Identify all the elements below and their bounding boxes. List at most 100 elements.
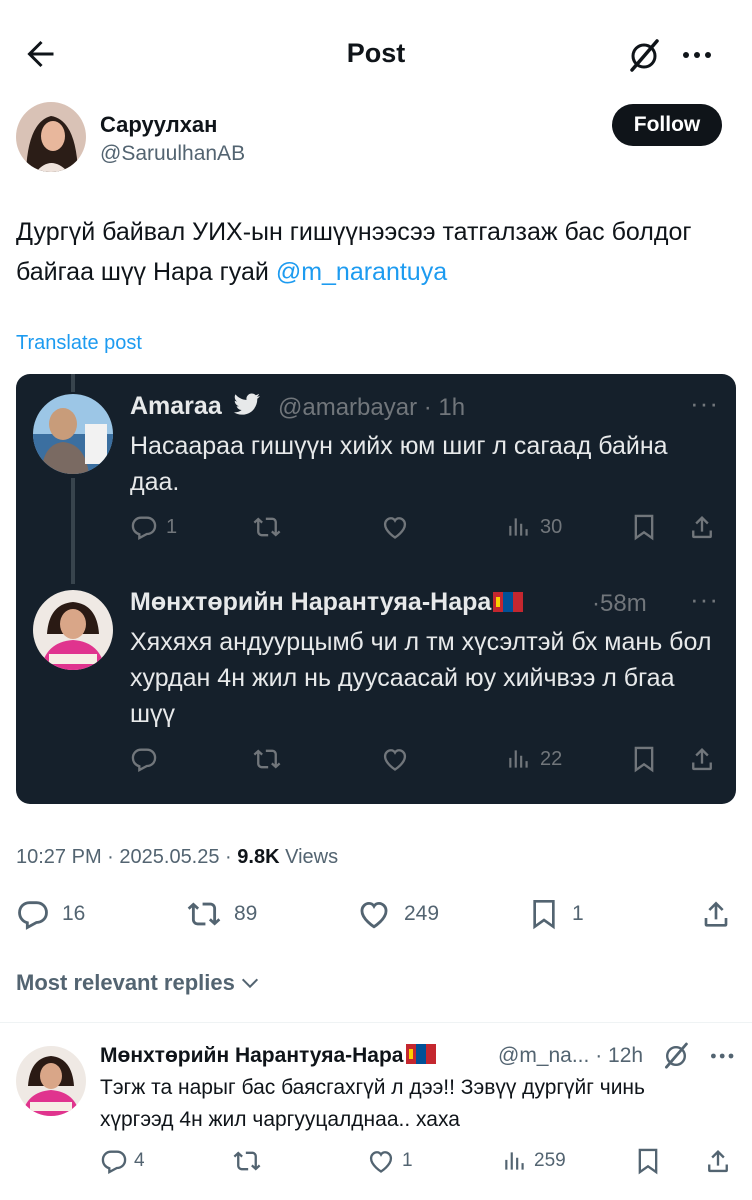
reply-action — [130, 744, 158, 774]
share-button[interactable] — [700, 896, 732, 932]
divider — [0, 1022, 752, 1023]
reply-icon — [100, 1147, 128, 1175]
tweet-author-name: Мөнхтөрийн Нарантуяа-Нара — [130, 588, 524, 617]
reply-handle: @m_na... — [498, 1044, 590, 1067]
reply-icon — [130, 513, 158, 541]
reply-meta: @m_na... · 12h — [498, 1044, 644, 1067]
repost-icon — [186, 897, 222, 931]
repost-icon — [252, 745, 282, 773]
author-handle[interactable]: @SaruulhanAB — [100, 142, 245, 166]
bookmark-icon — [630, 512, 658, 542]
repost-icon — [232, 1147, 262, 1175]
mongolian-flag-icon — [405, 1044, 436, 1064]
nara-avatar — [33, 590, 113, 670]
like-action — [380, 512, 410, 542]
amaraa-name: Amaraa — [130, 392, 222, 420]
nara-tweet-text: Хяхяхя андуурцымб чи л тм хүсэлтэй бх ма… — [130, 628, 712, 728]
reply-author-avatar[interactable] — [16, 1046, 86, 1116]
views-icon — [506, 513, 532, 541]
views-label: Views — [285, 846, 339, 868]
mention-link[interactable]: @m_narantuya — [276, 258, 447, 286]
bookmark-icon — [528, 896, 560, 932]
views-icon — [502, 1147, 528, 1175]
amaraa-avatar — [33, 394, 113, 474]
share-icon — [704, 1146, 732, 1176]
more-options-icon: ··· — [690, 388, 719, 418]
amaraa-time: 1h — [438, 394, 466, 421]
share-action — [688, 744, 716, 774]
reply-reply-button[interactable]: 4 — [100, 1146, 145, 1176]
views-icon — [506, 745, 532, 773]
bookmark-icon — [630, 744, 658, 774]
share-icon — [688, 744, 716, 774]
reply-views-button[interactable]: 259 — [502, 1146, 566, 1176]
more-options-icon[interactable] — [678, 40, 718, 70]
bookmark-count: 1 — [572, 902, 584, 925]
more-options-icon: ··· — [690, 584, 719, 614]
views-count: 9.8K — [237, 846, 280, 868]
author-avatar[interactable] — [16, 102, 86, 172]
bookmark-button[interactable]: 1 — [528, 896, 584, 932]
grok-icon[interactable] — [624, 36, 664, 76]
repost-action — [252, 744, 282, 774]
reply-icon — [130, 745, 158, 773]
repost-icon — [252, 513, 282, 541]
views-action: 22 — [506, 744, 562, 774]
post-time: 10:27 PM — [16, 846, 102, 868]
amaraa-view-count: 30 — [540, 515, 563, 538]
thread-connector — [71, 374, 75, 392]
share-action — [688, 512, 716, 542]
author-name[interactable]: Саруулхан — [100, 112, 217, 138]
like-button[interactable]: 249 — [356, 896, 439, 932]
reply-time: 12h — [608, 1044, 644, 1067]
reply-like-count: 1 — [402, 1150, 413, 1171]
reply-author-name[interactable]: Мөнхтөрийн Нарантуяа-Нара — [100, 1044, 436, 1068]
top-bar: Post — [0, 0, 752, 100]
chevron-down-icon — [239, 972, 261, 994]
like-action — [380, 744, 410, 774]
more-options-icon[interactable] — [706, 1044, 740, 1068]
amaraa-tweet-text: Насаараа гишүүн хийх юм шиг л сагаад бай… — [130, 432, 668, 496]
reply-name: Мөнхтөрийн Нарантуяа-Нара — [100, 1044, 404, 1067]
views-action: 30 — [506, 512, 562, 542]
grok-icon[interactable] — [660, 1040, 692, 1072]
quoted-thread-image[interactable]: Amaraa @amarbayar · 1h ··· Насаараа гишү… — [16, 374, 736, 804]
bookmark-icon — [634, 1146, 662, 1176]
reply-icon — [16, 897, 50, 931]
heart-icon — [356, 897, 392, 931]
bookmark-action — [630, 512, 658, 542]
thread-connector — [71, 478, 75, 584]
reply-count: 16 — [62, 902, 86, 925]
post-date: 2025.05.25 — [119, 846, 220, 868]
tweet-author-name: Amaraa — [130, 392, 261, 421]
repost-button[interactable]: 89 — [186, 896, 257, 932]
twitter-bird-icon — [233, 393, 261, 417]
replies-sort-label: Most relevant replies — [16, 970, 235, 995]
reply-bookmark-button[interactable] — [634, 1146, 662, 1176]
tweet-meta: ·58m — [592, 590, 647, 617]
translate-post-link[interactable]: Translate post — [16, 332, 142, 355]
follow-button[interactable]: Follow — [612, 104, 722, 146]
nara-name: Мөнхтөрийн Нарантуяа-Нара — [130, 588, 492, 616]
reply-button[interactable]: 16 — [16, 896, 85, 932]
repost-count: 89 — [234, 902, 258, 925]
bookmark-action — [630, 744, 658, 774]
replies-sort-dropdown[interactable]: Most relevant replies — [16, 970, 261, 996]
nara-time: 58m — [600, 590, 647, 617]
amaraa-handle: @amarbayar — [278, 394, 418, 421]
repost-action — [252, 512, 282, 542]
nara-view-count: 22 — [540, 747, 563, 770]
reply-share-button[interactable] — [704, 1146, 732, 1176]
amaraa-reply-count: 1 — [166, 515, 178, 538]
reply-reply-count: 4 — [134, 1150, 145, 1171]
reply-like-button[interactable]: 1 — [366, 1146, 413, 1176]
heart-icon — [366, 1147, 396, 1175]
post-text: Дургүй байвал УИХ-ын гишүүнээсээ татгалз… — [16, 212, 716, 292]
reply-view-count: 259 — [534, 1150, 566, 1171]
share-icon — [688, 512, 716, 542]
heart-icon — [380, 745, 410, 773]
reply-text: Тэгж та нарыг бас баясгахгүй л дээ!! Зэв… — [100, 1076, 645, 1131]
reply-repost-button[interactable] — [232, 1146, 262, 1176]
heart-icon — [380, 513, 410, 541]
reply-action: 1 — [130, 512, 177, 542]
